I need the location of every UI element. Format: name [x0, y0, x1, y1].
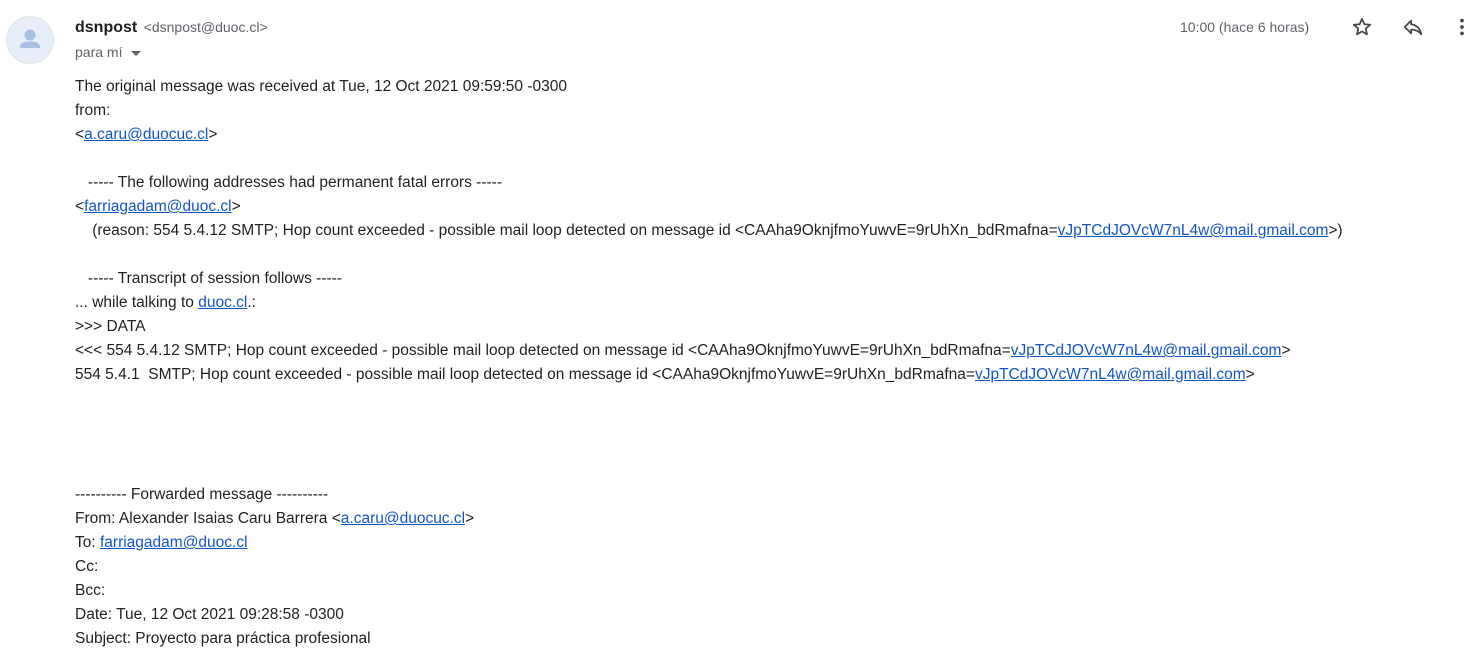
reason-text: (reason: 554 5.4.12 SMTP; Hop count exce… [75, 222, 1058, 239]
talking-line: ... while talking to duoc.cl.: [75, 291, 1343, 315]
caret-down-icon [131, 50, 142, 56]
reason-suffix: >) [1328, 222, 1343, 239]
transcript-header: ----- Transcript of session follows ----… [75, 270, 342, 287]
sender-email: <dsnpost@duoc.cl> [143, 19, 268, 35]
forwarded-header: ---------- Forwarded message ---------- [75, 486, 329, 503]
sender-line: dsnpost <dsnpost@duoc.cl> [75, 17, 268, 38]
talking-text: ... while talking to [75, 294, 199, 311]
bracket-close: > [465, 510, 475, 527]
forwarded-from-link[interactable]: a.caru@duocuc.cl [341, 510, 465, 527]
response-text: <<< 554 5.4.12 SMTP; Hop count exceeded … [75, 342, 1011, 359]
more-vert-icon [1460, 18, 1464, 36]
forwarded-cc-line: Cc: [75, 558, 99, 575]
response-line-1: <<< 554 5.4.12 SMTP; Hop count exceeded … [75, 339, 1343, 363]
response-text: 554 5.4.1 SMTP; Hop count exceeded - pos… [75, 366, 975, 383]
response-line-2: 554 5.4.1 SMTP; Hop count exceeded - pos… [75, 363, 1343, 387]
from-address-line: <a.caru@duocuc.cl> [75, 123, 1343, 147]
errors-header: ----- The following addresses had perman… [75, 174, 502, 191]
reason-message-id-link[interactable]: vJpTCdJOVcW7nL4w@mail.gmail.com [1058, 222, 1329, 239]
bracket-open: < [75, 126, 85, 143]
person-icon [20, 29, 40, 48]
forwarded-to-label: To: [75, 534, 100, 551]
data-line: >>> DATA [75, 318, 146, 335]
reply-button[interactable] [1397, 11, 1429, 43]
bracket-open: < [75, 198, 85, 215]
recipient-details-toggle[interactable]: para mí [75, 42, 142, 62]
bracket-close: > [231, 198, 241, 215]
received-line: The original message was received at Tue… [75, 78, 567, 95]
forwarded-date-line: Date: Tue, 12 Oct 2021 09:28:58 -0300 [75, 606, 344, 623]
message-body: The original message was received at Tue… [75, 75, 1343, 651]
response-suffix: > [1245, 366, 1255, 383]
domain-link[interactable]: duoc.cl [198, 294, 247, 311]
forwarded-to-line: To: farriagadam@duoc.cl [75, 531, 1343, 555]
bracket-close: > [208, 126, 218, 143]
more-options-button[interactable] [1446, 11, 1478, 43]
response-message-id-link[interactable]: vJpTCdJOVcW7nL4w@mail.gmail.com [1011, 342, 1282, 359]
star-button[interactable] [1346, 11, 1378, 43]
forwarded-from-line: From: Alexander Isaias Caru Barrera <a.c… [75, 507, 1343, 531]
failed-address-line: <farriagadam@duoc.cl> [75, 195, 1343, 219]
reason-line: (reason: 554 5.4.12 SMTP; Hop count exce… [75, 219, 1343, 243]
response-suffix: > [1281, 342, 1291, 359]
forwarded-from-text: From: Alexander Isaias Caru Barrera < [75, 510, 341, 527]
forwarded-bcc-line: Bcc: [75, 582, 106, 599]
from-label: from: [75, 102, 111, 119]
forwarded-subject-line: Subject: Proyecto para práctica profesio… [75, 630, 371, 647]
reply-icon [1403, 19, 1423, 36]
star-icon [1352, 18, 1372, 36]
from-address-link[interactable]: a.caru@duocuc.cl [84, 126, 208, 143]
message-timestamp: 10:00 (hace 6 horas) [1180, 19, 1310, 35]
recipient-label: para mí [75, 44, 123, 60]
response-message-id-link[interactable]: vJpTCdJOVcW7nL4w@mail.gmail.com [975, 366, 1246, 383]
sender-name[interactable]: dsnpost [75, 19, 137, 36]
forwarded-to-link[interactable]: farriagadam@duoc.cl [100, 534, 248, 551]
sender-avatar[interactable] [6, 16, 54, 64]
talking-suffix: .: [247, 294, 256, 311]
failed-address-link[interactable]: farriagadam@duoc.cl [84, 198, 232, 215]
